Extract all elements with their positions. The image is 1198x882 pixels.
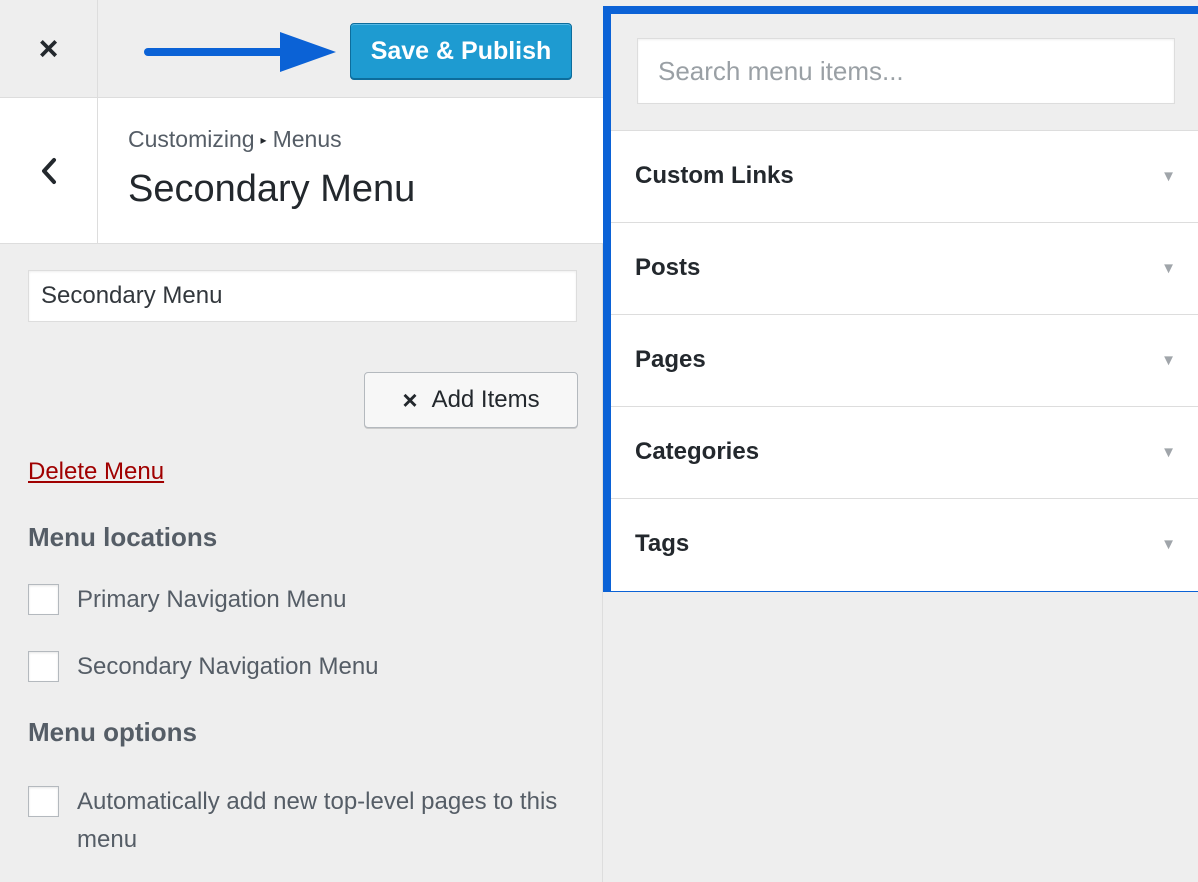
auto-add-pages-option[interactable]: Automatically add new top-level pages to… xyxy=(28,783,587,859)
checkbox-label: Primary Navigation Menu xyxy=(77,586,347,613)
available-menu-items-panel: Custom Links ▼ Posts ▼ Pages ▼ Categorie… xyxy=(603,6,1198,592)
customizer-page: × Save & Publish Customizing ▸ Menus Sec… xyxy=(0,0,1198,882)
close-icon: × xyxy=(402,384,418,415)
accordion-label: Posts xyxy=(635,254,701,281)
auto-add-pages-checkbox[interactable] xyxy=(28,786,59,817)
caret-down-icon: ▼ xyxy=(1161,536,1176,553)
breadcrumb-section: Menus xyxy=(272,126,342,152)
close-icon[interactable]: × xyxy=(0,0,98,98)
accordion-categories[interactable]: Categories ▼ xyxy=(611,407,1198,499)
customizer-header: × Save & Publish xyxy=(0,0,603,98)
menu-options-heading: Menu options xyxy=(28,717,197,747)
section-title-bar: Customizing ▸ Menus Secondary Menu xyxy=(0,98,603,244)
checkbox-label: Secondary Navigation Menu xyxy=(77,653,379,680)
annotation-arrow-icon xyxy=(144,32,336,72)
breadcrumb: Customizing ▸ Menus xyxy=(128,126,342,153)
add-items-button[interactable]: × Add Items xyxy=(364,372,578,428)
accordion-posts[interactable]: Posts ▼ xyxy=(611,223,1198,315)
breadcrumb-separator-icon: ▸ xyxy=(260,132,267,147)
caret-down-icon: ▼ xyxy=(1161,352,1176,369)
customizer-sidebar: × Save & Publish Customizing ▸ Menus Sec… xyxy=(0,0,603,882)
primary-navigation-checkbox[interactable] xyxy=(28,584,59,615)
location-option-primary[interactable]: Primary Navigation Menu xyxy=(28,581,346,619)
location-option-secondary[interactable]: Secondary Navigation Menu xyxy=(28,648,379,686)
caret-down-icon: ▼ xyxy=(1161,444,1176,461)
page-title: Secondary Menu xyxy=(128,168,416,210)
add-items-label: Add Items xyxy=(431,386,540,413)
chevron-left-icon xyxy=(41,157,56,184)
accordion-label: Custom Links xyxy=(635,162,794,189)
save-publish-button[interactable]: Save & Publish xyxy=(350,23,572,79)
available-items-area: Custom Links ▼ Posts ▼ Pages ▼ Categorie… xyxy=(603,0,1198,882)
accordion-pages[interactable]: Pages ▼ xyxy=(611,315,1198,407)
secondary-navigation-checkbox[interactable] xyxy=(28,651,59,682)
breadcrumb-root: Customizing xyxy=(128,126,255,152)
accordion-label: Categories xyxy=(635,438,760,465)
menu-locations-heading: Menu locations xyxy=(28,522,218,552)
menu-name-input[interactable] xyxy=(28,270,577,322)
caret-down-icon: ▼ xyxy=(1161,260,1176,277)
delete-menu-link[interactable]: Delete Menu xyxy=(28,458,164,486)
accordion-label: Pages xyxy=(635,346,706,373)
search-menu-items-input[interactable] xyxy=(637,38,1175,104)
accordion-label: Tags xyxy=(635,530,690,557)
search-area xyxy=(611,14,1198,131)
back-button[interactable] xyxy=(0,98,98,243)
caret-down-icon: ▼ xyxy=(1161,168,1176,185)
accordion-tags[interactable]: Tags ▼ xyxy=(611,499,1198,591)
checkbox-label: Automatically add new top-level pages to… xyxy=(77,788,558,853)
accordion-custom-links[interactable]: Custom Links ▼ xyxy=(611,131,1198,223)
